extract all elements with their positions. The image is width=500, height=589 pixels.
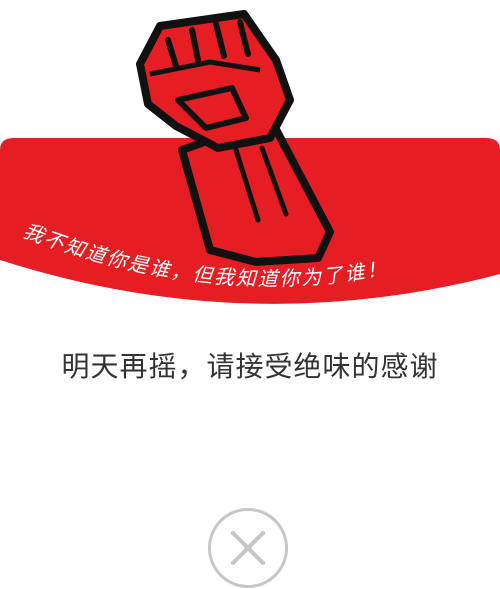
close-button[interactable] <box>208 508 288 588</box>
result-message: 明天再摇，请接受绝味的感谢 <box>61 350 439 383</box>
close-icon <box>231 531 265 565</box>
banner: 我不知道你是谁，但我知道你为了谁！ <box>0 0 500 330</box>
banner-graphic: 我不知道你是谁，但我知道你为了谁！ <box>0 10 500 304</box>
